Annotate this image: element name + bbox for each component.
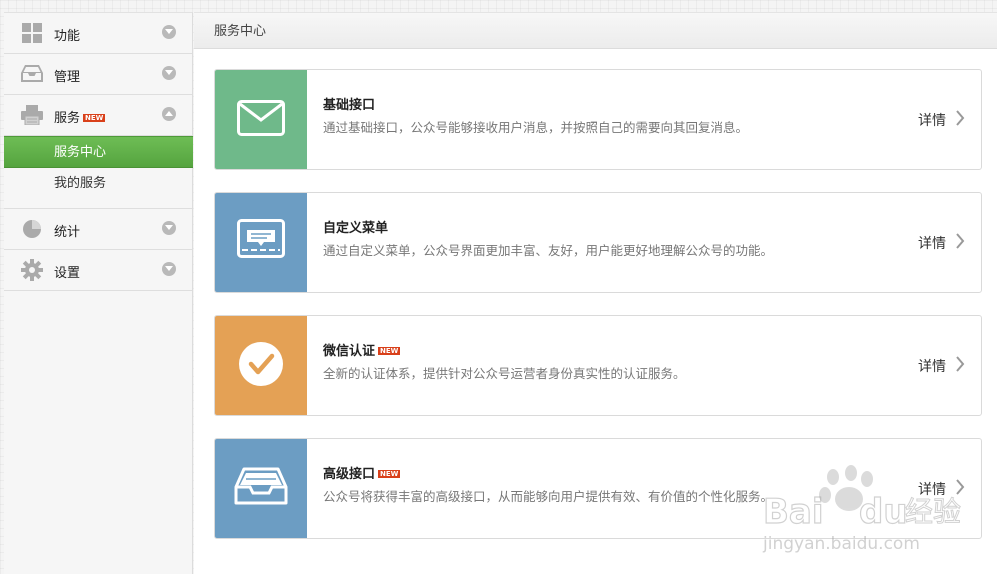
- chevron-down-icon[interactable]: [162, 66, 176, 80]
- card-description: 全新的认证体系，提供针对公众号运营者身份真实性的认证服务。: [323, 366, 686, 381]
- chevron-right-icon: [955, 110, 965, 130]
- card-thumb: [215, 70, 307, 169]
- nav-group-function[interactable]: 功能: [4, 13, 192, 54]
- card-description: 通过基础接口，公众号能够接收用户消息，并按照自己的需要向其回复消息。: [323, 120, 749, 135]
- card-thumb: [215, 439, 307, 538]
- envelope-icon: [237, 99, 285, 140]
- details-label: 详情: [918, 359, 946, 375]
- gear-icon: [21, 259, 43, 281]
- details-label: 详情: [918, 113, 946, 129]
- details-label: 详情: [918, 482, 946, 498]
- sidebar: 功能 管理 服务 NEW 服务中心 我的服务 统计 设置: [4, 12, 193, 574]
- chevron-up-icon[interactable]: [162, 107, 176, 121]
- printer-icon: [21, 104, 43, 126]
- details-link[interactable]: 详情: [918, 233, 965, 253]
- nav-label-service: 服务 NEW: [54, 111, 106, 126]
- subnav-item-my-services[interactable]: 我的服务: [4, 168, 192, 200]
- card-thumb: [215, 316, 307, 415]
- grid-icon: [21, 22, 43, 44]
- new-badge: NEW: [378, 347, 401, 355]
- nav-group-statistics[interactable]: 统计: [4, 209, 192, 250]
- chevron-down-icon[interactable]: [162, 25, 176, 39]
- chevron-right-icon: [955, 479, 965, 499]
- new-badge: NEW: [83, 114, 106, 122]
- chevron-down-icon[interactable]: [162, 262, 176, 276]
- details-link[interactable]: 详情: [918, 110, 965, 130]
- menu-screen-icon: [237, 218, 285, 267]
- chevron-down-icon[interactable]: [162, 221, 176, 235]
- card-description: 通过自定义菜单，公众号界面更加丰富、友好，用户能更好地理解公众号的功能。: [323, 243, 774, 258]
- chevron-right-icon: [955, 233, 965, 253]
- details-label: 详情: [918, 236, 946, 252]
- nav-label-function: 功能: [54, 29, 81, 44]
- card-title: 微信认证 NEW: [323, 344, 401, 359]
- checkmark-icon: [238, 341, 284, 391]
- nav-group-settings[interactable]: 设置: [4, 250, 192, 291]
- subnav-item-service-center[interactable]: 服务中心: [4, 136, 193, 168]
- nav-label-settings: 设置: [54, 266, 81, 281]
- card-description: 公众号将获得丰富的高级接口，从而能够向用户提供有效、有价值的个性化服务。: [323, 489, 774, 504]
- new-badge: NEW: [378, 470, 401, 478]
- nav-label-manage: 管理: [54, 70, 81, 85]
- service-card-advanced-api[interactable]: 高级接口 NEW 公众号将获得丰富的高级接口，从而能够向用户提供有效、有价值的个性…: [214, 438, 982, 539]
- nav-group-service[interactable]: 服务 NEW: [4, 95, 192, 136]
- nav-group-manage[interactable]: 管理: [4, 54, 192, 95]
- service-card-custom-menu[interactable]: 自定义菜单 通过自定义菜单，公众号界面更加丰富、友好，用户能更好地理解公众号的功…: [214, 192, 982, 293]
- pie-chart-icon: [21, 218, 43, 240]
- card-thumb: [215, 193, 307, 292]
- main-content: 服务中心 基础接口 通过基础接口，公众号能够接收用户消息，并按照自己的需要向其回…: [194, 12, 997, 574]
- subnav-service: 服务中心 我的服务: [4, 136, 193, 209]
- card-title: 基础接口: [323, 98, 376, 113]
- card-title: 自定义菜单: [323, 221, 389, 236]
- nav-label-statistics: 统计: [54, 225, 81, 240]
- details-link[interactable]: 详情: [918, 479, 965, 499]
- chevron-right-icon: [955, 356, 965, 376]
- service-card-basic-api[interactable]: 基础接口 通过基础接口，公众号能够接收用户消息，并按照自己的需要向其回复消息。 …: [214, 69, 982, 170]
- inbox-icon: [21, 63, 43, 85]
- page-title: 服务中心: [194, 12, 997, 49]
- card-title: 高级接口 NEW: [323, 467, 401, 482]
- details-link[interactable]: 详情: [918, 356, 965, 376]
- service-card-wechat-verify[interactable]: 微信认证 NEW 全新的认证体系，提供针对公众号运营者身份真实性的认证服务。 详情: [214, 315, 982, 416]
- tray-icon: [234, 467, 288, 511]
